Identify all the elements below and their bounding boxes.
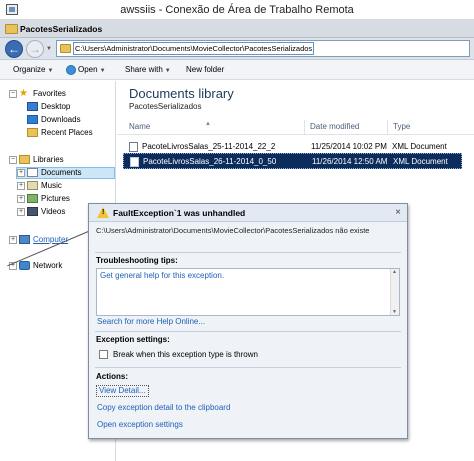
desktop-icon	[27, 102, 38, 112]
troubleshooting-tips-list[interactable]: Get general help for this exception.	[96, 268, 400, 316]
expand-icon[interactable]: +	[9, 235, 17, 244]
file-type: XML Document	[392, 142, 447, 151]
folder-icon	[5, 24, 18, 34]
documents-icon	[27, 168, 38, 178]
explorer-title-bar[interactable]: PacotesSerializados	[0, 20, 474, 38]
tree-favorites[interactable]: − ★ Favorites	[9, 88, 66, 100]
file-type: XML Document	[393, 157, 448, 166]
column-header-date[interactable]: Date modified	[305, 120, 388, 135]
library-title: Documents library	[129, 86, 234, 101]
expand-icon[interactable]: +	[17, 168, 25, 177]
favorites-label: Favorites	[33, 89, 66, 98]
music-icon	[27, 181, 38, 191]
libraries-icon	[19, 155, 30, 165]
break-checkbox[interactable]	[99, 350, 108, 359]
column-header-name[interactable]: Name	[124, 120, 305, 135]
scrollbar[interactable]	[390, 269, 399, 315]
file-name: PacoteLivrosSalas_25-11-2014_22_2	[142, 142, 276, 151]
tree-item-label: Desktop	[41, 102, 71, 111]
divider	[95, 367, 401, 368]
actions-heading: Actions:	[96, 372, 128, 381]
remote-desktop-screen: awssiis - Conexão de Área de Trabalho Re…	[0, 0, 474, 461]
exception-header: ! FaultException`1 was unhandled ×	[89, 204, 407, 222]
navigation-bar: ← → ▼ C:\Users\Administrator\Documents\M…	[0, 38, 474, 60]
tree-item-label: Recent Places	[41, 128, 93, 137]
open-exception-settings-link[interactable]: Open exception settings	[97, 420, 183, 429]
tip-item[interactable]: Get general help for this exception.	[100, 271, 224, 280]
copy-detail-link[interactable]: Copy exception detail to the clipboard	[97, 403, 230, 412]
divider	[95, 331, 401, 332]
rdp-title: awssiis - Conexão de Área de Trabalho Re…	[120, 4, 354, 16]
exception-assistant-popup: ! FaultException`1 was unhandled × C:\Us…	[88, 203, 408, 439]
tree-item-label: Pictures	[41, 194, 70, 203]
tree-item-pictures[interactable]: + Pictures	[17, 194, 70, 204]
tree-item-documents[interactable]: + Documents	[16, 167, 115, 179]
xml-file-icon	[130, 157, 139, 167]
organize-button[interactable]: Organize ▼	[13, 65, 53, 74]
computer-icon	[19, 235, 30, 245]
warning-exclamation: !	[102, 209, 105, 216]
new-folder-button[interactable]: New folder	[186, 65, 224, 74]
tree-item-label: Music	[41, 181, 62, 190]
share-label: Share with	[125, 65, 163, 74]
rdp-title-bar[interactable]: awssiis - Conexão de Área de Trabalho Re…	[0, 0, 474, 20]
tree-item-recent-places[interactable]: Recent Places	[27, 128, 93, 138]
tree-item-label: Downloads	[41, 115, 81, 124]
tree-network[interactable]: + Network	[9, 261, 63, 271]
file-row-selected[interactable]: PacoteLivrosSalas_26-11-2014_0_50 11/26/…	[123, 153, 462, 169]
globe-icon	[66, 65, 76, 75]
chevron-down-icon: ▼	[47, 68, 54, 74]
libraries-label: Libraries	[33, 155, 64, 164]
downloads-icon	[27, 115, 38, 125]
star-icon: ★	[19, 88, 28, 100]
organize-label: Organize	[13, 65, 46, 74]
tree-item-label: Documents	[41, 168, 82, 177]
open-label: Open	[78, 65, 98, 75]
xml-file-icon	[129, 142, 138, 152]
chevron-down-icon: ▼	[164, 68, 171, 74]
share-with-button[interactable]: Share with ▼	[125, 65, 171, 74]
exception-title: FaultException`1 was unhandled	[113, 208, 246, 218]
recent-places-icon	[27, 128, 38, 138]
close-icon[interactable]: ×	[395, 207, 401, 218]
recent-pages-chevron-icon[interactable]: ▼	[46, 46, 52, 52]
exception-message: C:\Users\Administrator\Documents\MovieCo…	[96, 226, 370, 235]
file-date: 11/25/2014 10:02 PM	[311, 142, 387, 151]
collapse-icon[interactable]: −	[9, 89, 17, 98]
tree-item-videos[interactable]: + Videos	[17, 207, 66, 217]
break-checkbox-label: Break when this exception type is thrown	[113, 350, 258, 359]
expand-icon[interactable]: +	[17, 181, 25, 190]
tree-libraries[interactable]: − Libraries	[9, 155, 64, 165]
tree-item-label: Videos	[41, 207, 66, 216]
tree-item-desktop[interactable]: Desktop	[27, 102, 71, 112]
address-input[interactable]: C:\Users\Administrator\Documents\MovieCo…	[73, 42, 315, 55]
file-name: PacoteLivrosSalas_26-11-2014_0_50	[143, 157, 277, 166]
chevron-down-icon: ▼	[99, 68, 106, 75]
videos-icon	[27, 207, 38, 217]
command-toolbar: Organize ▼ Open ▼ Share with ▼ New folder	[0, 60, 474, 80]
back-arrow-icon[interactable]: ←	[5, 40, 23, 58]
expand-icon[interactable]: +	[17, 207, 25, 216]
pictures-icon	[27, 194, 38, 204]
tree-item-downloads[interactable]: Downloads	[27, 115, 81, 125]
settings-heading: Exception settings:	[96, 335, 170, 344]
divider	[95, 252, 401, 253]
tips-heading: Troubleshooting tips:	[96, 256, 178, 265]
forward-arrow-icon[interactable]: →	[26, 40, 44, 58]
collapse-icon[interactable]: −	[9, 155, 17, 164]
library-subtitle: PacotesSerializados	[129, 102, 202, 111]
address-folder-icon	[60, 44, 71, 53]
view-detail-link[interactable]: View Detail...	[96, 385, 149, 397]
search-help-online-link[interactable]: Search for more Help Online...	[97, 317, 205, 326]
network-label: Network	[33, 261, 63, 270]
network-icon	[19, 261, 30, 271]
open-button[interactable]: Open ▼	[66, 65, 106, 75]
column-header-type[interactable]: Type	[388, 120, 468, 135]
sort-ascending-icon: ▲	[205, 121, 211, 127]
file-date: 11/26/2014 12:50 AM	[312, 157, 388, 166]
tree-item-music[interactable]: + Music	[17, 181, 62, 191]
expand-icon[interactable]: +	[17, 194, 25, 203]
address-bar[interactable]: C:\Users\Administrator\Documents\MovieCo…	[56, 40, 470, 57]
window-title: PacotesSerializados	[20, 24, 103, 34]
